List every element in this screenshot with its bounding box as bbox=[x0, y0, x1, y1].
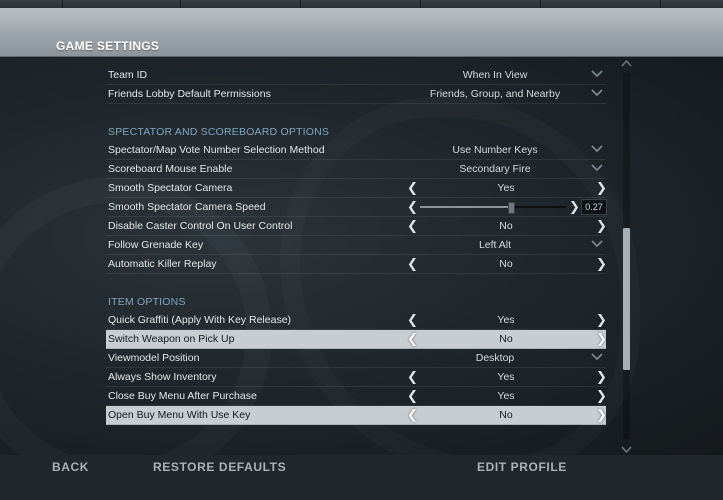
toggle-value: Yes bbox=[497, 371, 515, 383]
top-strip-divider bbox=[180, 0, 181, 8]
setting-label: Disable Caster Control On User Control bbox=[108, 220, 293, 232]
scroll-down-icon[interactable] bbox=[621, 444, 632, 454]
slider-track[interactable] bbox=[420, 202, 566, 214]
slider-thumb[interactable] bbox=[508, 202, 515, 214]
dropdown-value[interactable]: When In View bbox=[406, 69, 584, 81]
settings-panel: Team ID When In View Friends Lobby Default… bbox=[0, 57, 723, 455]
back-button[interactable]: BACK bbox=[52, 460, 89, 474]
header-bar: GAME SETTINGS bbox=[0, 8, 723, 57]
arrow-right-icon[interactable]: ❯ bbox=[596, 331, 607, 347]
scrollbar[interactable] bbox=[621, 59, 632, 454]
arrow-right-icon[interactable]: ❯ bbox=[596, 369, 607, 385]
setting-label: Smooth Spectator Camera bbox=[108, 182, 233, 194]
setting-row[interactable]: Always Show Inventory ❮ Yes ❯ bbox=[106, 368, 607, 387]
top-strip-divider bbox=[420, 0, 421, 8]
setting-row[interactable]: Friends Lobby Default Permissions Friends… bbox=[106, 85, 606, 104]
scroll-track[interactable] bbox=[623, 73, 630, 439]
setting-label: Close Buy Menu After Purchase bbox=[108, 390, 257, 402]
setting-label: Smooth Spectator Camera Speed bbox=[108, 201, 266, 213]
arrow-right-icon[interactable]: ❯ bbox=[596, 312, 607, 328]
arrow-right-icon[interactable]: ❯ bbox=[596, 388, 607, 404]
setting-label: Automatic Killer Replay bbox=[108, 258, 217, 270]
top-strip-divider bbox=[540, 0, 541, 8]
section-title-spectator: SPECTATOR AND SCOREBOARD OPTIONS bbox=[108, 126, 330, 138]
chevron-down-icon[interactable] bbox=[591, 239, 603, 249]
setting-row[interactable]: Spectator/Map Vote Number Selection Meth… bbox=[106, 141, 606, 160]
chevron-down-icon[interactable] bbox=[591, 163, 603, 173]
arrow-right-icon[interactable]: ❯ bbox=[596, 218, 607, 234]
arrow-right-icon[interactable]: ❯ bbox=[569, 199, 580, 215]
arrow-right-icon[interactable]: ❯ bbox=[596, 256, 607, 272]
setting-row[interactable]: Quick Graffiti (Apply With Key Release) ❮… bbox=[106, 311, 607, 330]
restore-defaults-button[interactable]: RESTORE DEFAULTS bbox=[153, 460, 286, 474]
setting-row[interactable]: Smooth Spectator Camera Speed ❮ ❯ 0.27 bbox=[106, 198, 607, 217]
toggle-value: No bbox=[499, 333, 513, 345]
setting-label: Follow Grenade Key bbox=[108, 239, 204, 251]
arrow-left-icon[interactable]: ❮ bbox=[407, 199, 418, 215]
chevron-down-icon[interactable] bbox=[591, 69, 603, 79]
toggle-value: Yes bbox=[497, 390, 515, 402]
slider-value[interactable]: 0.27 bbox=[581, 199, 607, 215]
setting-label: Scoreboard Mouse Enable bbox=[108, 163, 233, 175]
chevron-down-icon[interactable] bbox=[591, 352, 603, 362]
setting-label: Open Buy Menu With Use Key bbox=[108, 409, 251, 421]
scroll-up-icon[interactable] bbox=[621, 59, 632, 69]
setting-row[interactable]: Viewmodel Position Desktop bbox=[106, 349, 606, 368]
setting-row[interactable]: Switch Weapon on Pick Up ❮ No ❯ bbox=[106, 330, 607, 349]
setting-row[interactable]: Automatic Killer Replay ❮ No ❯ bbox=[106, 255, 607, 274]
setting-label: Spectator/Map Vote Number Selection Meth… bbox=[108, 144, 325, 156]
top-strip-divider bbox=[300, 0, 301, 8]
setting-label: Team ID bbox=[108, 69, 148, 81]
toggle-value: Yes bbox=[497, 182, 515, 194]
dropdown-value[interactable]: Left Alt bbox=[406, 239, 584, 251]
edit-profile-button[interactable]: EDIT PROFILE bbox=[477, 460, 567, 474]
chevron-down-icon[interactable] bbox=[591, 88, 603, 98]
top-strip-divider bbox=[660, 0, 661, 8]
setting-label: Viewmodel Position bbox=[108, 352, 200, 364]
dropdown-value[interactable]: Use Number Keys bbox=[406, 144, 584, 156]
chevron-down-icon[interactable] bbox=[591, 144, 603, 154]
toggle-value: No bbox=[499, 220, 513, 232]
setting-row[interactable]: Close Buy Menu After Purchase ❮ Yes ❯ bbox=[106, 387, 607, 406]
setting-row[interactable]: Open Buy Menu With Use Key ❮ No ❯ bbox=[106, 406, 607, 425]
setting-row[interactable]: Follow Grenade Key Left Alt bbox=[106, 236, 606, 255]
setting-label: Friends Lobby Default Permissions bbox=[108, 88, 271, 100]
dropdown-value[interactable]: Desktop bbox=[406, 352, 584, 364]
setting-row[interactable]: Scoreboard Mouse Enable Secondary Fire bbox=[106, 160, 606, 179]
toggle-value: No bbox=[499, 409, 513, 421]
footer-bar: BACK RESTORE DEFAULTS EDIT PROFILE bbox=[0, 455, 723, 500]
setting-row[interactable]: Disable Caster Control On User Control ❮ N… bbox=[106, 217, 607, 236]
dropdown-value[interactable]: Secondary Fire bbox=[406, 163, 584, 175]
top-strip-divider bbox=[62, 0, 63, 8]
arrow-right-icon[interactable]: ❯ bbox=[596, 407, 607, 423]
setting-row[interactable]: Team ID When In View bbox=[106, 66, 606, 85]
scroll-thumb[interactable] bbox=[623, 228, 630, 370]
top-strip bbox=[0, 0, 723, 8]
arrow-right-icon[interactable]: ❯ bbox=[596, 180, 607, 196]
section-title-item: ITEM OPTIONS bbox=[108, 296, 186, 308]
setting-label: Switch Weapon on Pick Up bbox=[108, 333, 235, 345]
setting-row[interactable]: Smooth Spectator Camera ❮ Yes ❯ bbox=[106, 179, 607, 198]
toggle-value: Yes bbox=[497, 314, 515, 326]
page-title: GAME SETTINGS bbox=[56, 39, 160, 53]
setting-label: Quick Graffiti (Apply With Key Release) bbox=[108, 314, 292, 326]
setting-label: Always Show Inventory bbox=[108, 371, 217, 383]
dropdown-value[interactable]: Friends, Group, and Nearby bbox=[406, 88, 584, 100]
toggle-value: No bbox=[499, 258, 513, 270]
slider-fill bbox=[420, 206, 511, 208]
